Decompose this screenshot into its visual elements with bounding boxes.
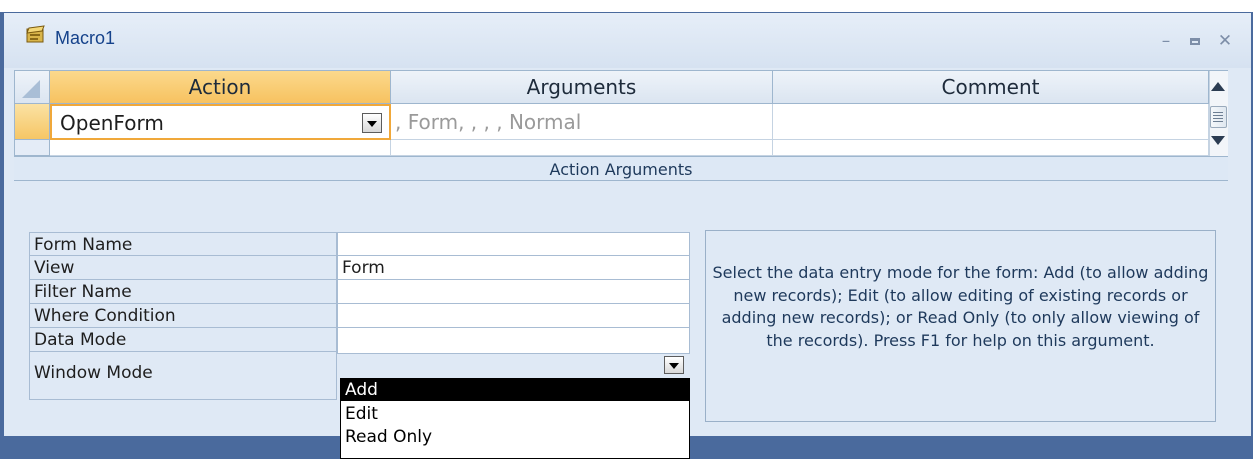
prop-label-form-name: Form Name	[29, 232, 337, 256]
prop-value-form-name[interactable]	[337, 232, 690, 256]
row-selector-1[interactable]	[15, 104, 50, 140]
thumb-grip-line	[1213, 115, 1223, 116]
column-header-comment[interactable]: Comment	[773, 71, 1209, 104]
prop-label-filter-name: Filter Name	[29, 280, 337, 304]
minimize-button[interactable]: –	[1154, 30, 1178, 52]
column-header-arguments[interactable]: Arguments	[391, 71, 773, 104]
prop-value-filter-name[interactable]	[337, 280, 690, 304]
scroll-down-icon[interactable]	[1211, 136, 1225, 145]
prop-label-where-condition: Where Condition	[29, 304, 337, 328]
desktop-strip	[0, 0, 1253, 12]
maximize-button[interactable]	[1183, 30, 1207, 52]
prop-label-data-mode: Data Mode	[29, 328, 337, 352]
dropdown-option-edit[interactable]: Edit	[341, 403, 689, 425]
minimize-icon: –	[1161, 31, 1171, 51]
chevron-down-icon	[669, 363, 679, 369]
prop-value-data-mode[interactable]	[337, 328, 690, 354]
prop-label-view: View	[29, 256, 337, 280]
chevron-down-icon	[367, 121, 377, 127]
select-all-triangle-icon	[22, 80, 40, 98]
maximize-icon	[1190, 37, 1200, 45]
scroll-up-icon[interactable]	[1211, 82, 1225, 91]
prop-value-view[interactable]: Form	[337, 256, 690, 280]
comment-cell-2[interactable]	[773, 140, 1209, 156]
prop-label-window-mode: Window Mode	[29, 352, 337, 400]
title-bar[interactable]	[4, 13, 1251, 68]
close-icon: ✕	[1217, 31, 1233, 51]
help-text: Select the data entry mode for the form:…	[712, 263, 1209, 350]
column-header-action[interactable]: Action	[50, 71, 391, 104]
arguments-cell-1: , Form, , , , Normal	[391, 104, 773, 140]
scroll-thumb[interactable]	[1210, 106, 1227, 128]
row-selector-2[interactable]	[15, 140, 50, 156]
action-cell-1[interactable]: OpenForm	[50, 104, 391, 140]
action-cell-2[interactable]	[50, 140, 391, 156]
window-title: Macro1	[55, 28, 116, 48]
thumb-grip-line	[1213, 112, 1223, 113]
comment-cell-1[interactable]	[773, 104, 1209, 140]
close-button[interactable]: ✕	[1213, 30, 1237, 52]
dropdown-option-read-only[interactable]: Read Only	[341, 426, 689, 448]
thumb-grip-line	[1213, 121, 1223, 122]
prop-value-where-condition[interactable]	[337, 304, 690, 328]
thumb-grip-line	[1213, 118, 1223, 119]
arguments-cell-2	[391, 140, 773, 156]
action-arguments-header: Action Arguments	[14, 156, 1228, 181]
macro-icon	[26, 25, 45, 43]
dropdown-option-add[interactable]: Add	[341, 379, 689, 401]
